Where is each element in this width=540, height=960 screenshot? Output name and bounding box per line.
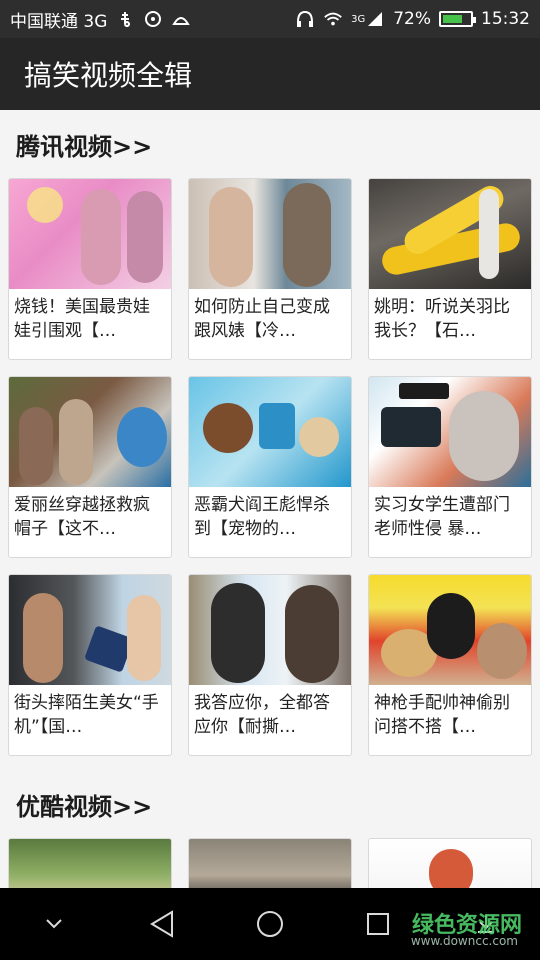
collapse-icon[interactable] [24, 894, 84, 954]
clock: 15:32 [481, 9, 530, 29]
network-label: 3G [351, 13, 366, 25]
video-card[interactable]: 爱丽丝穿越拯救疯帽子【这不… [8, 376, 172, 558]
video-caption[interactable]: 如何防止自己变成跟风婊【冷… [189, 289, 351, 359]
video-thumbnail[interactable] [9, 179, 171, 289]
video-card[interactable]: 如何防止自己变成跟风婊【冷… [188, 178, 352, 360]
carrier-label: 中国联通 3G [10, 11, 108, 32]
video-thumbnail[interactable] [9, 575, 171, 685]
video-card[interactable]: 街头摔陌生美女“手机”【国… [8, 574, 172, 756]
video-caption[interactable]: 实习女学生遭部门老师性侵 暴… [369, 487, 531, 557]
section-title-youku[interactable]: 优酷视频>> [0, 770, 540, 838]
video-caption[interactable]: 神枪手配帅神偷别问搭不搭【… [369, 685, 531, 755]
video-card[interactable] [8, 838, 172, 888]
video-card[interactable]: 实习女学生遭部门老师性侵 暴… [368, 376, 532, 558]
video-card[interactable] [368, 838, 532, 888]
video-grid-youku [0, 838, 540, 888]
battery-icon [439, 11, 476, 27]
wifi-icon [323, 9, 343, 29]
android-icon [171, 9, 191, 29]
video-caption[interactable]: 街头摔陌生美女“手机”【国… [9, 685, 171, 755]
video-grid-tencent: 烧钱！美国最贵娃娃引围观【… 如何防止自己变成跟风婊【冷… 姚明：听说关羽比我长… [0, 178, 540, 756]
content-scroll[interactable]: 腾讯视频>> 烧钱！美国最贵娃娃引围观【… 如何防止自己变成跟风婊【冷… 姚明： [0, 110, 540, 888]
battery-percent: 72% [393, 9, 431, 29]
video-card[interactable]: 烧钱！美国最贵娃娃引围观【… [8, 178, 172, 360]
video-card[interactable]: 神枪手配帅神偷别问搭不搭【… [368, 574, 532, 756]
video-thumbnail[interactable] [189, 377, 351, 487]
watermark-url: www.downcc.com [410, 934, 518, 948]
video-card[interactable] [188, 838, 352, 888]
video-thumbnail[interactable] [189, 575, 351, 685]
video-caption[interactable]: 爱丽丝穿越拯救疯帽子【这不… [9, 487, 171, 557]
section-title-tencent[interactable]: 腾讯视频>> [0, 110, 540, 178]
app-title: 搞笑视频全辑 [24, 59, 193, 92]
video-thumbnail[interactable] [369, 575, 531, 685]
video-card[interactable]: 恶霸犬阎王彪悍杀到【宠物的… [188, 376, 352, 558]
video-thumbnail[interactable] [9, 839, 171, 888]
video-caption[interactable]: 我答应你，全都答应你【耐撕… [189, 685, 351, 755]
back-icon[interactable] [132, 894, 192, 954]
status-right: 3G 72% 15:32 [295, 9, 530, 29]
recents-icon[interactable] [348, 894, 408, 954]
video-thumbnail[interactable] [9, 377, 171, 487]
video-thumbnail[interactable] [369, 839, 531, 888]
usb-icon [115, 9, 135, 29]
app-bar: 搞笑视频全辑 [0, 38, 540, 110]
video-thumbnail[interactable] [369, 179, 531, 289]
video-thumbnail[interactable] [189, 839, 351, 888]
signal-icon [365, 9, 385, 29]
video-thumbnail[interactable] [189, 179, 351, 289]
home-icon[interactable] [240, 894, 300, 954]
status-left: 中国联通 3G [10, 7, 191, 32]
headset-icon [295, 9, 315, 29]
video-card[interactable]: 我答应你，全都答应你【耐撕… [188, 574, 352, 756]
video-caption[interactable]: 姚明：听说关羽比我长？【石… [369, 289, 531, 359]
video-thumbnail[interactable] [369, 377, 531, 487]
video-caption[interactable]: 恶霸犬阎王彪悍杀到【宠物的… [189, 487, 351, 557]
debug-icon [143, 9, 163, 29]
status-bar: 中国联通 3G 3G 72% 15:32 [0, 0, 540, 38]
video-caption[interactable]: 烧钱！美国最贵娃娃引围观【… [9, 289, 171, 359]
video-card[interactable]: 姚明：听说关羽比我长？【石… [368, 178, 532, 360]
